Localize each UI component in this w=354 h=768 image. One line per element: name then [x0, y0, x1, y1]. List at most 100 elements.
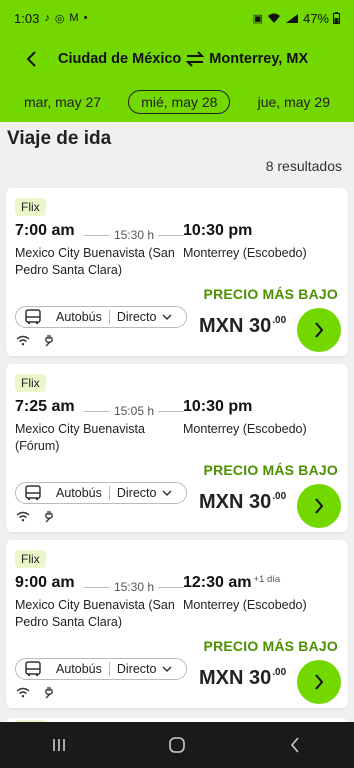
- chevron-down-icon: [162, 313, 172, 320]
- back-button[interactable]: [12, 39, 52, 79]
- duration: 15:05 h: [84, 404, 185, 418]
- bus-icon: [23, 661, 43, 677]
- system-nav-bar: [0, 722, 354, 768]
- arrival-time-text: 12:30 am: [183, 574, 252, 591]
- trip-card[interactable]: Flix 7:25 am 15:05 h 10:30 pm Mexico Cit…: [6, 364, 348, 532]
- home-button[interactable]: [157, 725, 197, 765]
- dot-icon: •: [83, 12, 88, 24]
- results-content[interactable]: Viaje de ida 8 resultados Flix 7:00 am 1…: [0, 122, 354, 722]
- select-trip-button[interactable]: [297, 484, 341, 528]
- recent-apps-button[interactable]: [39, 725, 79, 765]
- bus-icon: [23, 309, 43, 325]
- duration-text: 15:30 h: [113, 228, 155, 242]
- price-amount: MXN 30: [199, 315, 272, 337]
- brand-badge: Flix: [15, 550, 46, 568]
- price: MXN 30.00: [199, 667, 286, 690]
- pill-divider: [108, 662, 110, 676]
- status-time: 1:03: [14, 10, 40, 26]
- origin-city: Ciudad de México: [58, 51, 182, 67]
- departure-time: 9:00 am: [15, 574, 75, 591]
- departure-station: Mexico City Buenavista (Fórum): [15, 422, 145, 453]
- price-cents: .00: [272, 491, 287, 502]
- power-outlet-icon: [41, 685, 57, 699]
- lowest-price-label: PRECIO MÁS BAJO: [203, 638, 338, 654]
- amenities: [15, 509, 57, 523]
- pill-divider: [108, 310, 110, 324]
- tiktok-icon: ♪: [44, 12, 50, 24]
- price-amount: MXN 30: [199, 491, 272, 513]
- route-title[interactable]: Ciudad de México Monterrey, MX: [58, 51, 308, 67]
- arrival-time: 10:30 pm: [183, 222, 252, 240]
- departure-station: Mexico City Buenavista (San Pedro Santa …: [15, 246, 175, 277]
- wifi-icon: [15, 333, 31, 347]
- route-type: Directo: [116, 486, 157, 500]
- duration-text: 15:05 h: [113, 404, 155, 418]
- duration: 15:30 h: [84, 228, 185, 242]
- arrival-time: 12:30 am +1 día: [183, 574, 280, 592]
- date-tab-selected[interactable]: mié, may 28: [128, 90, 231, 114]
- whatsapp-icon: ◎: [54, 12, 65, 25]
- date-tab-prev[interactable]: mar, may 27: [24, 94, 101, 110]
- battery-icon: [333, 12, 340, 24]
- amenities: [15, 333, 57, 347]
- departure-station: Mexico City Buenavista (San Pedro Santa …: [15, 598, 175, 629]
- arrival-time-text: 10:30 pm: [183, 222, 253, 239]
- arrival-station: Monterrey (Escobedo): [183, 598, 307, 612]
- arrival-time: 10:30 pm: [183, 398, 252, 416]
- arrival-station: Monterrey (Escobedo): [183, 422, 307, 436]
- home-icon: [169, 737, 185, 753]
- route-type: Directo: [116, 310, 157, 324]
- trip-details-dropdown[interactable]: Autobús Directo: [15, 658, 187, 680]
- recent-apps-icon: [53, 739, 65, 751]
- lock-icon: ▣: [252, 12, 263, 25]
- brand-badge: Flix: [15, 198, 46, 216]
- vehicle-type: Autobús: [56, 486, 102, 500]
- back-arrow-icon: [290, 737, 299, 753]
- trip-details-dropdown[interactable]: Autobús Directo: [15, 482, 187, 504]
- pill-divider: [108, 486, 110, 500]
- date-tab-next[interactable]: jue, may 29: [258, 94, 330, 110]
- battery-level: 47%: [302, 10, 329, 26]
- select-trip-button[interactable]: [297, 308, 341, 352]
- result-count: 8 resultados: [265, 158, 342, 174]
- trip-card[interactable]: Flix 9:00 am 15:30 h 12:30 am +1 día Mexi…: [6, 540, 348, 708]
- vehicle-type: Autobús: [56, 662, 102, 676]
- duration-text: 15:30 h: [113, 580, 155, 594]
- arrival-station: Monterrey (Escobedo): [183, 246, 307, 260]
- departure-time: 7:25 am: [15, 398, 75, 415]
- brand-badge: Flix: [15, 374, 46, 392]
- swap-icon: [185, 51, 205, 67]
- signal-icon: [285, 13, 298, 23]
- duration: 15:30 h: [84, 580, 185, 594]
- vehicle-type: Autobús: [56, 310, 102, 324]
- chevron-down-icon: [162, 489, 172, 496]
- system-back-button[interactable]: [275, 725, 315, 765]
- price-cents: .00: [272, 667, 287, 678]
- chevron-left-icon: [26, 51, 36, 67]
- route-header: Ciudad de México Monterrey, MX: [0, 36, 354, 82]
- wifi-icon: [15, 509, 31, 523]
- trip-card[interactable]: Flix 7:00 am 15:30 h 10:30 pm Mexico Cit…: [6, 188, 348, 356]
- departure-time: 7:00 am: [15, 222, 75, 239]
- price-amount: MXN 30: [199, 667, 272, 689]
- lowest-price-label: PRECIO MÁS BAJO: [203, 286, 338, 302]
- arrival-time-text: 10:30 pm: [183, 398, 253, 415]
- gmail-icon: M: [69, 12, 79, 24]
- bus-icon: [23, 485, 43, 501]
- wifi-icon: [15, 685, 31, 699]
- select-trip-button[interactable]: [297, 660, 341, 704]
- chevron-right-icon: [315, 498, 324, 514]
- price: MXN 30.00: [199, 491, 286, 514]
- status-bar: 1:03 ♪ ◎ M • ▣ 47%: [0, 0, 354, 36]
- wifi-icon: [267, 13, 280, 23]
- date-selector: mar, may 27 mié, may 28 jue, may 29: [0, 82, 354, 122]
- power-outlet-icon: [41, 333, 57, 347]
- chevron-down-icon: [162, 665, 172, 672]
- trip-details-dropdown[interactable]: Autobús Directo: [15, 306, 187, 328]
- route-type: Directo: [116, 662, 157, 676]
- price: MXN 30.00: [199, 315, 286, 338]
- amenities: [15, 685, 57, 699]
- price-cents: .00: [272, 315, 287, 326]
- chevron-right-icon: [315, 322, 324, 338]
- section-title: Viaje de ida: [7, 128, 112, 149]
